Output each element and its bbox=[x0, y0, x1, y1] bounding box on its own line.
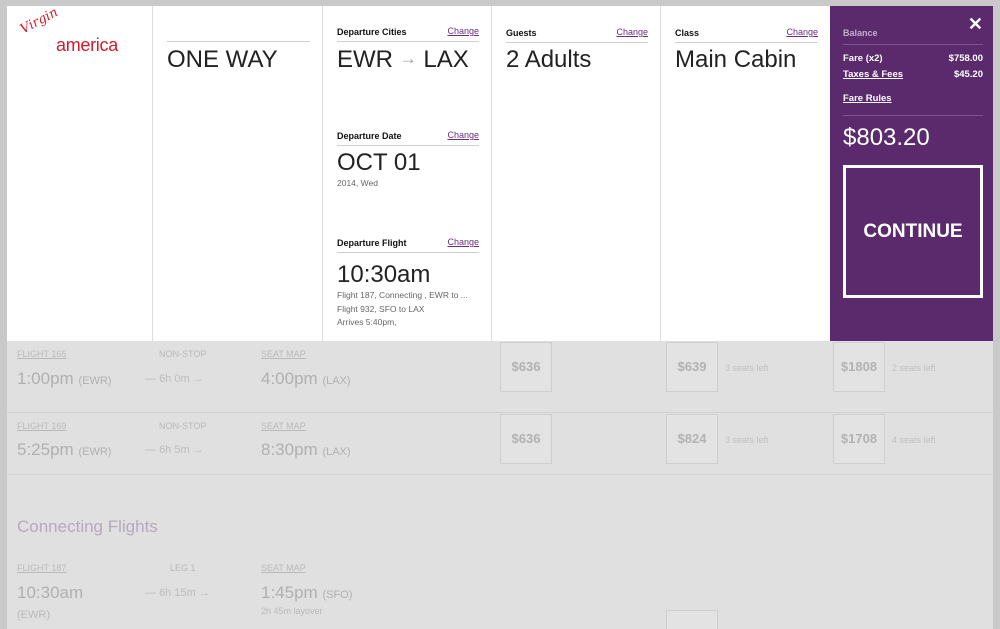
class-header: Class Change bbox=[675, 27, 818, 43]
flight-row[interactable]: FLIGHT 187 LEG 1 SEAT MAP 10:30am (EWR) … bbox=[7, 556, 993, 629]
fare-rules-link[interactable]: Fare Rules bbox=[843, 93, 892, 104]
guests-value: 2 Adults bbox=[506, 46, 592, 73]
duration: — 6h 5m → bbox=[145, 444, 204, 456]
stops-label: NON-STOP bbox=[159, 421, 207, 431]
arrival-time: 4:00pm (LAX) bbox=[261, 369, 351, 388]
seats-left: 3 seats left bbox=[725, 363, 769, 373]
origin-code: EWR bbox=[337, 46, 393, 73]
flight-number-link[interactable]: FLIGHT 165 bbox=[17, 349, 66, 359]
seat-map-link[interactable]: SEAT MAP bbox=[261, 349, 306, 359]
cities-header: Departure Cities Change bbox=[337, 26, 479, 42]
flight-detail-2: Flight 932, SFO to LAX bbox=[337, 304, 425, 314]
fare-price-first[interactable]: $1708 bbox=[833, 414, 885, 464]
change-class-link[interactable]: Change bbox=[786, 27, 818, 37]
booking-summary-panel: Virgin america ONE WAY Departure Cities … bbox=[7, 5, 993, 341]
balance-title: Balance bbox=[843, 28, 878, 38]
page-frame: FLIGHT 165 NON-STOP SEAT MAP 1:00pm (EWR… bbox=[0, 0, 1000, 629]
flight-detail-1: Flight 187, Connecting , EWR to ... bbox=[337, 290, 468, 300]
trip-type-column: ONE WAY bbox=[153, 6, 323, 341]
route: EWR → LAX bbox=[337, 46, 469, 74]
departure-time: 10:30am bbox=[337, 261, 431, 288]
class-label: Class bbox=[675, 28, 700, 38]
total-price: $803.20 bbox=[843, 124, 930, 151]
change-guests-link[interactable]: Change bbox=[616, 27, 648, 37]
change-flight-link[interactable]: Change bbox=[447, 237, 479, 247]
fare-value: $758.00 bbox=[948, 53, 983, 64]
fare-price-main[interactable]: $636 bbox=[500, 342, 552, 392]
leg-label: LEG 1 bbox=[170, 563, 196, 573]
guests-column: Guests Change 2 Adults bbox=[492, 6, 661, 341]
connecting-flights-title: Connecting Flights bbox=[17, 517, 158, 536]
arrival-time: 8:30pm (LAX) bbox=[261, 440, 351, 459]
date-label: Departure Date bbox=[337, 131, 402, 141]
departure-airport: (EWR) bbox=[17, 609, 50, 621]
close-icon[interactable]: ✕ bbox=[968, 14, 983, 35]
arrival-time: 1:45pm (SFO) bbox=[261, 583, 353, 602]
logo-word: america bbox=[56, 35, 118, 55]
trip-type: ONE WAY bbox=[167, 46, 278, 73]
flight-results: FLIGHT 165 NON-STOP SEAT MAP 1:00pm (EWR… bbox=[7, 341, 993, 629]
duration: — 6h 0m → bbox=[145, 373, 204, 385]
fare-price-main[interactable]: $636 bbox=[500, 414, 552, 464]
flight-row[interactable]: FLIGHT 169 NON-STOP SEAT MAP 5:25pm (EWR… bbox=[7, 403, 993, 475]
seat-map-link[interactable]: SEAT MAP bbox=[261, 421, 306, 431]
fare-price-extra[interactable]: $824 bbox=[666, 414, 718, 464]
divider bbox=[167, 41, 310, 42]
arrow-right-icon: → bbox=[399, 49, 417, 68]
guests-header: Guests Change bbox=[506, 27, 648, 43]
taxes-link[interactable]: Taxes & Fees bbox=[843, 69, 903, 80]
seats-left: 4 seats left bbox=[892, 435, 936, 445]
fare-price-first[interactable]: $1808 bbox=[833, 342, 885, 392]
taxes-value: $45.20 bbox=[953, 69, 983, 80]
seats-left: 2 seats left bbox=[892, 363, 936, 373]
duration: — 6h 15m → bbox=[145, 587, 210, 599]
class-column: Class Change Main Cabin bbox=[661, 6, 830, 341]
flight-number-link[interactable]: FLIGHT 169 bbox=[17, 421, 66, 431]
seat-map-link[interactable]: SEAT MAP bbox=[261, 563, 306, 573]
flight-number-link[interactable]: FLIGHT 187 bbox=[17, 563, 66, 573]
destination-code: LAX bbox=[423, 46, 469, 73]
departure-time: 1:00pm (EWR) bbox=[17, 369, 112, 388]
departure-date: OCT 01 bbox=[337, 149, 421, 176]
departure-column: Departure Cities Change EWR → LAX Depart… bbox=[323, 6, 492, 341]
change-date-link[interactable]: Change bbox=[447, 130, 479, 140]
fare-price-extra[interactable]: $639 bbox=[666, 342, 718, 392]
layover-label: 2h 45m layover bbox=[261, 606, 323, 616]
flight-label: Departure Flight bbox=[337, 238, 407, 248]
divider bbox=[843, 115, 983, 116]
continue-button[interactable]: CONTINUE bbox=[843, 165, 983, 298]
departure-time: 10:30am bbox=[17, 583, 84, 602]
change-cities-link[interactable]: Change bbox=[447, 26, 479, 36]
flight-detail-3: Arrives 5:40pm, bbox=[337, 317, 397, 327]
departure-date-sub: 2014, Wed bbox=[337, 178, 378, 188]
seats-left: 3 seats left bbox=[725, 435, 769, 445]
date-header: Departure Date Change bbox=[337, 130, 479, 146]
balance-panel: ✕ Balance Fare (x2) $758.00 Taxes & Fees… bbox=[830, 6, 993, 341]
departure-time: 5:25pm (EWR) bbox=[17, 440, 112, 459]
fare-price-extra[interactable] bbox=[666, 610, 718, 629]
guests-label: Guests bbox=[506, 28, 537, 38]
flight-header: Departure Flight Change bbox=[337, 237, 479, 253]
fare-label: Fare (x2) bbox=[843, 53, 883, 64]
stops-label: NON-STOP bbox=[159, 349, 207, 359]
class-value: Main Cabin bbox=[675, 46, 797, 73]
divider bbox=[843, 44, 983, 45]
logo-script: Virgin bbox=[18, 5, 61, 38]
logo-column: Virgin america bbox=[7, 5, 153, 341]
cities-label: Departure Cities bbox=[337, 27, 407, 37]
